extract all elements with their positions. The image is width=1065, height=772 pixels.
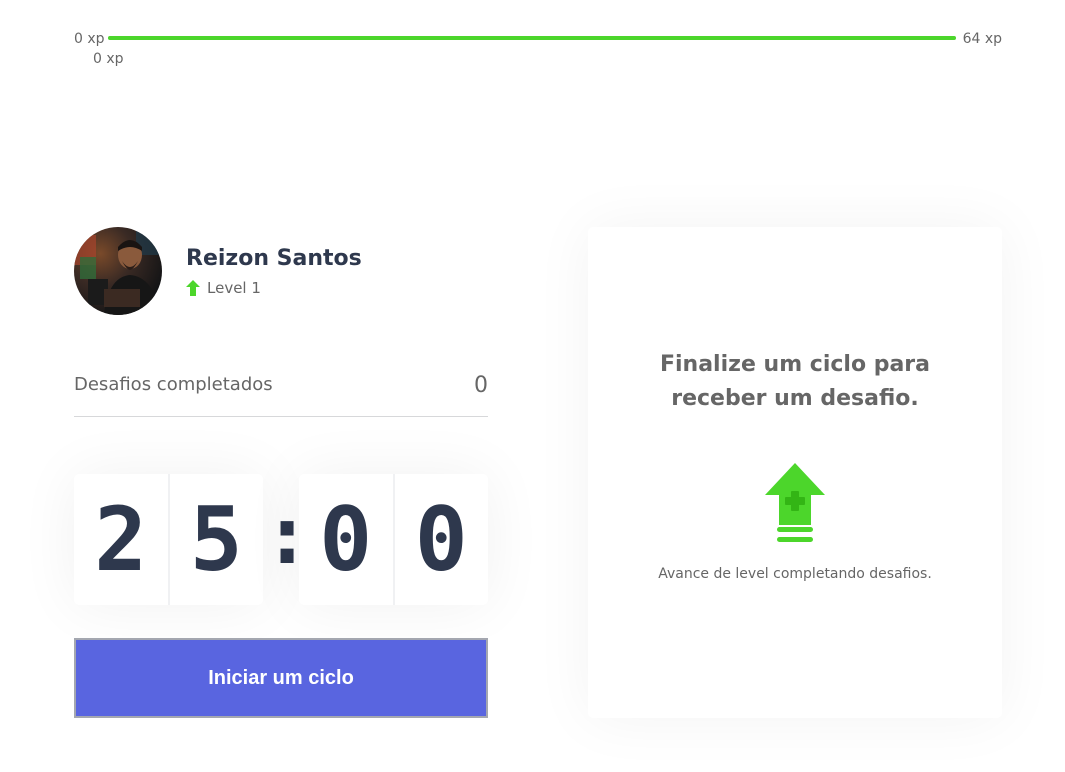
countdown-seconds: 0 0 [299, 474, 488, 605]
experience-bar: 0 xp 0 xp 64 xp [74, 28, 1002, 68]
countdown-minutes: 2 5 [74, 474, 263, 605]
avatar-photo [74, 227, 162, 315]
start-cycle-button[interactable]: Iniciar um ciclo [74, 638, 488, 718]
minute-tens-digit: 2 [74, 474, 169, 605]
challenge-box-title: Finalize um ciclo para receber um desafi… [659, 352, 930, 411]
level-up-icon [765, 463, 825, 549]
completed-challenges-label: Desafios completados [74, 374, 273, 395]
countdown-separator: : [263, 488, 312, 582]
xp-max-label: 64 xp [962, 31, 1002, 47]
countdown-timer: 2 5 : 0 0 [74, 474, 488, 605]
completed-challenges: Desafios completados 0 [74, 366, 488, 417]
xp-min-label: 0 xp [74, 31, 105, 47]
second-tens-digit: 0 [299, 474, 394, 605]
profile-level-label: Level 1 [207, 279, 261, 297]
level-up-arrow-icon [186, 280, 200, 296]
profile-info: Reizon Santos Level 1 [186, 245, 362, 297]
profile-level: Level 1 [186, 279, 362, 297]
profile-name: Reizon Santos [186, 246, 362, 271]
second-ones-digit: 0 [393, 474, 489, 605]
minute-ones-digit: 5 [168, 474, 264, 605]
profile: Reizon Santos Level 1 [74, 227, 362, 315]
challenge-box: Finalize um ciclo para receber um desafi… [588, 227, 1002, 718]
avatar [74, 227, 162, 315]
challenge-box-hint: Avance de level completando desafios. [658, 566, 932, 582]
xp-current-label: 0 xp [93, 51, 124, 67]
xp-progress-fill [108, 36, 956, 40]
xp-progress-track [108, 36, 956, 40]
completed-challenges-count: 0 [474, 373, 488, 398]
